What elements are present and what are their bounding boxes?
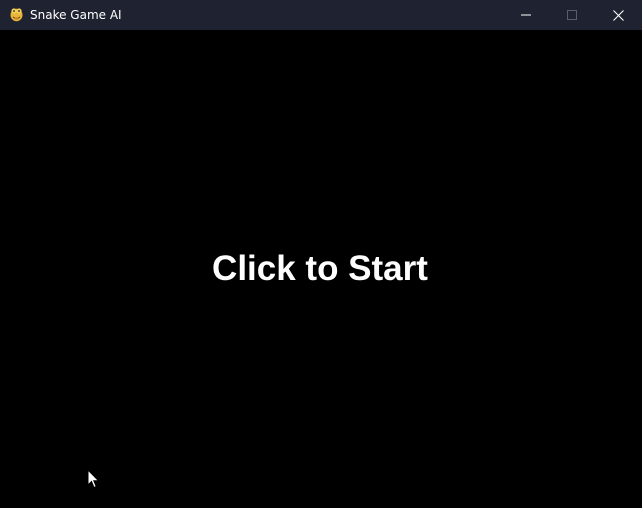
maximize-icon — [567, 10, 577, 20]
python-snake-icon — [10, 8, 23, 22]
window-title: Snake Game AI — [30, 8, 122, 22]
game-canvas[interactable]: Click to Start — [0, 30, 642, 508]
maximize-button[interactable] — [549, 0, 595, 30]
minimize-button[interactable] — [503, 0, 549, 30]
start-prompt[interactable]: Click to Start — [0, 248, 640, 290]
close-icon — [612, 9, 624, 21]
minimize-icon — [521, 14, 531, 16]
app-window: Snake Game AI Click to Start — [0, 0, 642, 508]
mouse-pointer-icon — [87, 469, 99, 489]
close-button[interactable] — [595, 0, 641, 30]
title-bar[interactable]: Snake Game AI — [0, 0, 642, 30]
